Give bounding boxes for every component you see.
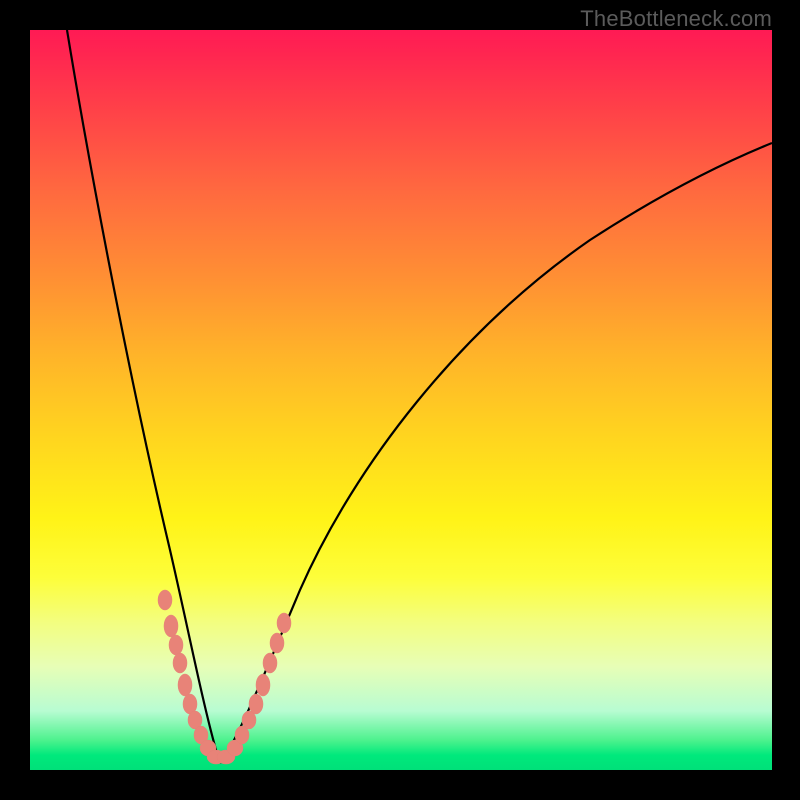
valley-markers (158, 590, 291, 764)
plot-area (30, 30, 772, 770)
curve-svg (30, 30, 772, 770)
chart-frame: TheBottleneck.com (0, 0, 800, 800)
watermark-text: TheBottleneck.com (580, 6, 772, 32)
curve-right-branch (220, 143, 772, 763)
curve-left-branch (67, 30, 220, 763)
